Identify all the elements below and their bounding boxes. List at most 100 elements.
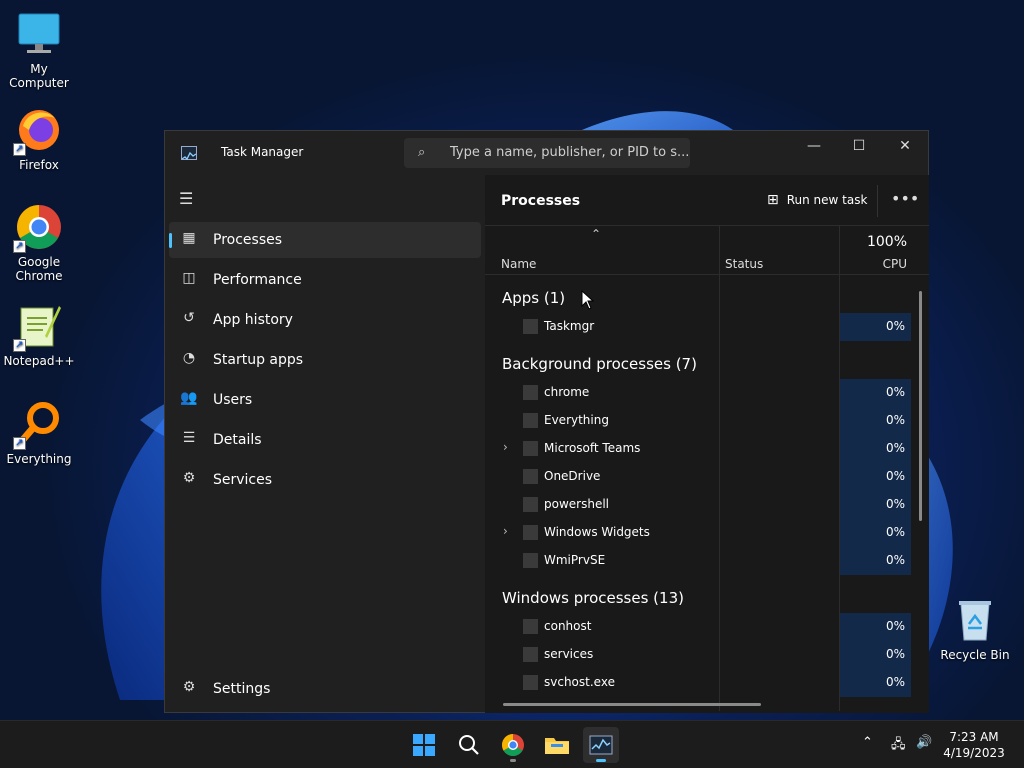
hamburger-menu-icon[interactable]: ☰ — [179, 189, 193, 208]
toolbar-divider — [877, 185, 878, 217]
system-clock[interactable]: 7:23 AM 4/19/2023 — [930, 729, 1018, 761]
sidebar-item-processes[interactable]: ▦ Processes — [169, 222, 481, 258]
process-icon — [523, 385, 538, 400]
shortcut-arrow-icon: ↗ — [13, 339, 26, 352]
taskbar-search-button[interactable] — [451, 727, 487, 763]
more-options-icon[interactable]: ••• — [891, 189, 919, 208]
desktop-icon-firefox[interactable]: ↗ Firefox — [0, 106, 79, 172]
sidebar-item-startup-apps[interactable]: ◔ Startup apps — [169, 342, 481, 378]
column-header-name[interactable]: Name — [501, 257, 536, 271]
run-task-icon: ⊞ — [767, 192, 779, 208]
table-header: ⌃ Name Status 100% CPU — [485, 225, 929, 275]
column-header-status[interactable]: Status — [725, 257, 763, 271]
monitor-icon — [15, 10, 63, 58]
group-header-background: Background processes (7) — [502, 355, 697, 373]
chrome-icon: ↗ — [13, 203, 63, 253]
sidebar-nav: ☰ ▦ Processes ◫ Performance ↺ App histor… — [165, 175, 485, 713]
details-icon: ☰ — [182, 430, 196, 446]
process-row-everything[interactable]: Everything 0% — [485, 407, 911, 435]
desktop-icon-chrome[interactable]: ↗ Google Chrome — [0, 203, 79, 283]
shortcut-arrow-icon: ↗ — [13, 437, 26, 450]
sidebar-item-services[interactable]: ⚙ Services — [169, 462, 481, 498]
process-list: Apps (1) Taskmgr 0% Background processes… — [485, 275, 929, 697]
start-button[interactable] — [406, 727, 442, 763]
windows-logo-icon — [413, 734, 435, 756]
process-icon — [523, 525, 538, 540]
sidebar-item-app-history[interactable]: ↺ App history — [169, 302, 481, 338]
desktop-icon-recycle-bin[interactable]: Recycle Bin — [935, 596, 1015, 662]
sidebar-item-details[interactable]: ☰ Details — [169, 422, 481, 458]
clock-date: 4/19/2023 — [943, 746, 1005, 760]
search-input[interactable]: Type a name, publisher, or PID to s... — [450, 145, 689, 160]
group-header-windows: Windows processes (13) — [502, 589, 684, 607]
taskbar-file-explorer-button[interactable] — [539, 727, 575, 763]
taskbar: ⌃ 🖧 🔊 7:23 AM 4/19/2023 — [0, 720, 1024, 768]
run-new-task-button[interactable]: ⊞ Run new task — [767, 192, 867, 208]
users-icon: 👥 — [180, 390, 198, 406]
folder-icon — [545, 738, 569, 754]
process-row-services[interactable]: services 0% — [485, 641, 911, 669]
desktop-icon-notepad-plus-plus[interactable]: ↗ Notepad++ — [0, 302, 79, 368]
maximize-button[interactable]: ☐ — [836, 131, 882, 163]
process-icon — [523, 619, 538, 634]
chevron-right-icon[interactable]: › — [503, 524, 508, 538]
process-icon — [523, 675, 538, 690]
process-row-chrome[interactable]: chrome 0% — [485, 379, 911, 407]
taskbar-chrome-button[interactable] — [495, 727, 531, 763]
clock-time: 7:23 AM — [949, 730, 999, 744]
sidebar-item-settings[interactable]: ⚙ Settings — [169, 671, 481, 707]
process-icon — [523, 647, 538, 662]
process-row-microsoft-teams[interactable]: › Microsoft Teams 0% — [485, 435, 911, 463]
sidebar-item-performance[interactable]: ◫ Performance — [169, 262, 481, 298]
search-icon — [459, 735, 479, 755]
page-title: Processes — [501, 193, 581, 209]
process-icon — [523, 469, 538, 484]
sidebar-item-users[interactable]: 👥 Users — [169, 382, 481, 418]
processes-icon: ▦ — [182, 230, 196, 246]
active-indicator — [169, 233, 172, 248]
firefox-icon: ↗ — [13, 106, 63, 156]
task-manager-app-icon — [181, 146, 197, 161]
processes-panel: Processes ⊞ Run new task ••• ⌃ Name Statu… — [485, 175, 929, 713]
group-header-apps: Apps (1) — [502, 289, 566, 307]
process-row-windows-widgets[interactable]: › Windows Widgets 0% — [485, 519, 911, 547]
process-icon — [523, 413, 538, 428]
active-app-indicator — [596, 759, 606, 762]
chrome-icon — [502, 734, 524, 756]
vertical-scrollbar[interactable] — [919, 291, 922, 521]
cpu-total-usage: 100% — [866, 234, 907, 250]
network-icon[interactable]: 🖧 — [891, 735, 906, 757]
recycle-bin-icon — [951, 596, 999, 644]
process-row-svchost[interactable]: svchost.exe 0% — [485, 669, 911, 697]
process-row-onedrive[interactable]: OneDrive 0% — [485, 463, 911, 491]
search-icon: ⌕ — [418, 145, 426, 160]
process-row-wmiprvse[interactable]: WmiPrvSE 0% — [485, 547, 911, 575]
shortcut-arrow-icon: ↗ — [13, 240, 26, 253]
title-bar[interactable]: Task Manager ⌕ Type a name, publisher, o… — [165, 131, 928, 175]
process-icon — [523, 497, 538, 512]
sort-ascending-icon: ⌃ — [591, 227, 602, 241]
taskbar-task-manager-button[interactable] — [583, 727, 619, 763]
column-header-cpu[interactable]: CPU — [883, 257, 907, 271]
search-box[interactable]: ⌕ Type a name, publisher, or PID to s... — [404, 138, 690, 168]
process-row-taskmgr[interactable]: Taskmgr 0% — [485, 313, 911, 341]
shortcut-arrow-icon: ↗ — [13, 143, 26, 156]
gear-icon: ⚙ — [182, 679, 196, 695]
startup-icon: ◔ — [182, 350, 196, 366]
services-icon: ⚙ — [182, 470, 196, 486]
horizontal-scrollbar[interactable] — [503, 703, 761, 706]
task-manager-icon — [589, 735, 613, 755]
process-row-powershell[interactable]: powershell 0% — [485, 491, 911, 519]
process-icon — [523, 441, 538, 456]
performance-icon: ◫ — [182, 270, 196, 286]
running-indicator — [510, 759, 516, 762]
chevron-right-icon[interactable]: › — [503, 440, 508, 454]
minimize-button[interactable]: — — [791, 131, 837, 163]
desktop-icon-my-computer[interactable]: My Computer — [0, 10, 79, 90]
close-button[interactable]: ✕ — [882, 131, 928, 163]
show-hidden-icons-chevron-icon[interactable]: ⌃ — [862, 735, 873, 750]
window-title: Task Manager — [221, 145, 304, 159]
task-manager-window[interactable]: Task Manager ⌕ Type a name, publisher, o… — [164, 130, 929, 713]
desktop-icon-everything[interactable]: ↗ Everything — [0, 400, 79, 466]
process-row-conhost[interactable]: conhost 0% — [485, 613, 911, 641]
